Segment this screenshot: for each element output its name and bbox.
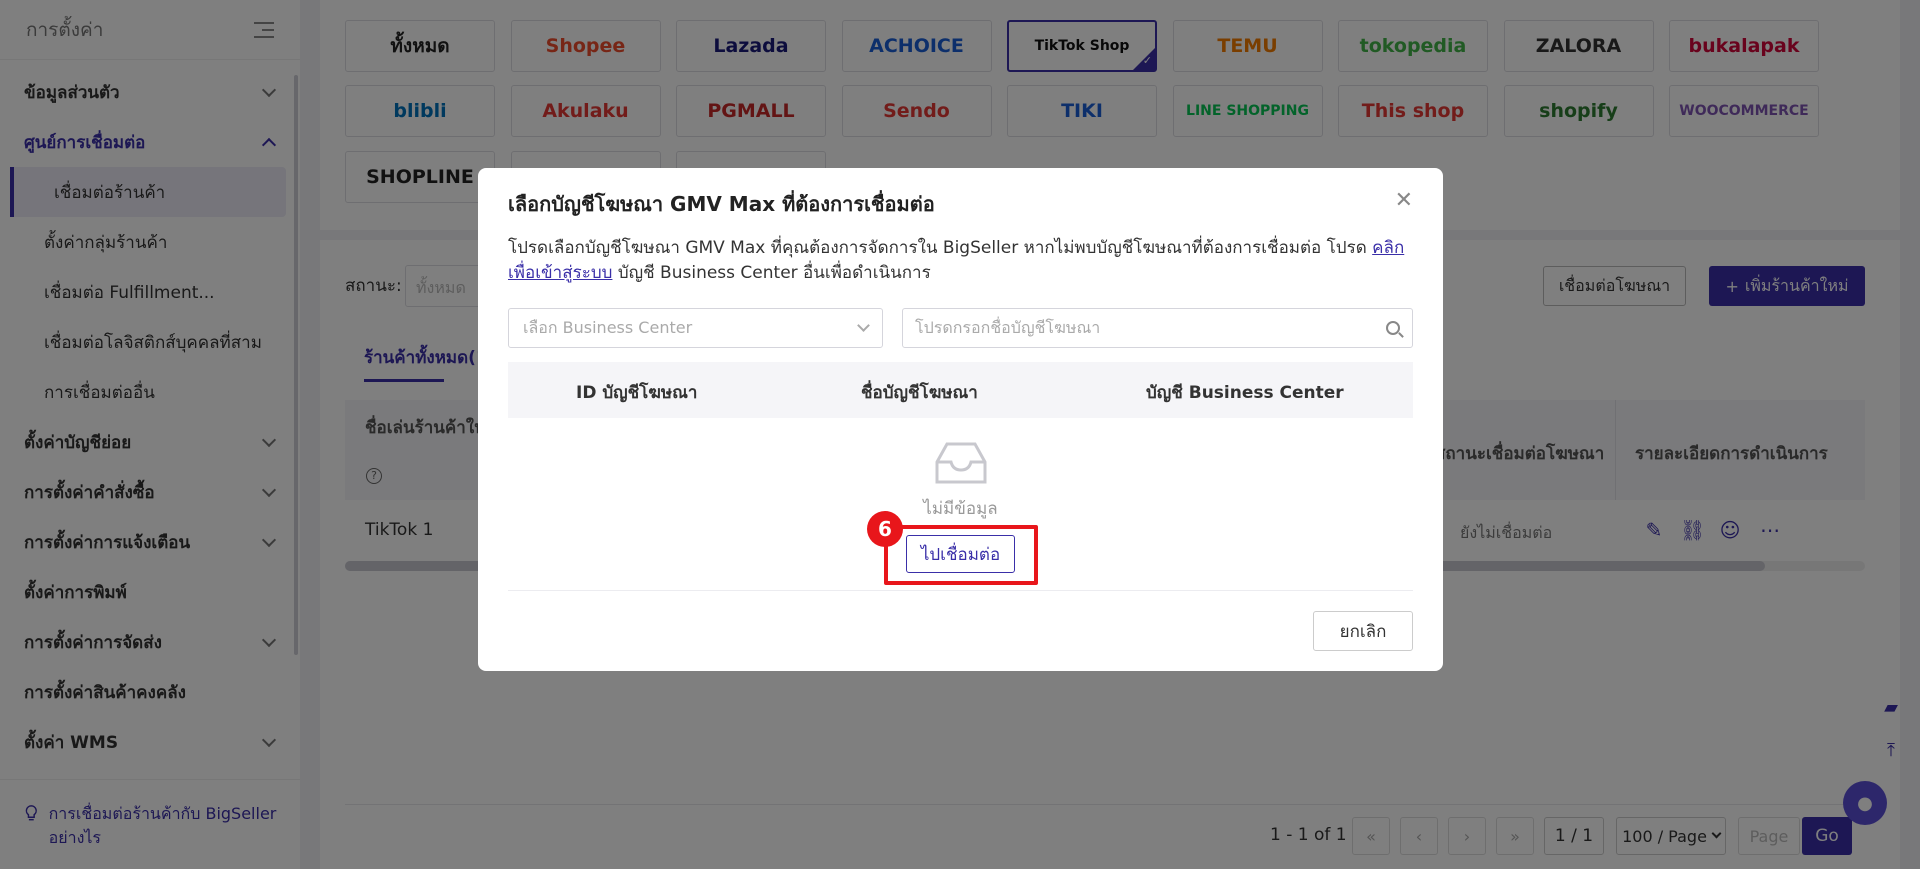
search-placeholder: โปรดกรอกชื่อบัญชีโฆษณา (915, 317, 1101, 337)
chevron-down-icon (857, 319, 870, 332)
ad-account-search-input[interactable]: โปรดกรอกชื่อบัญชีโฆษณา (902, 308, 1413, 348)
business-center-select[interactable]: เลือก Business Center (508, 308, 883, 348)
desc-text: โปรดเลือกบัญชีโฆษณา GMV Max ที่คุณต้องกา… (508, 238, 1373, 258)
modal-title: เลือกบัญชีโฆษณา GMV Max ที่ต้องการเชื่อม… (508, 192, 935, 216)
search-icon (1386, 321, 1400, 335)
desc-text: บัญชี Business Center อื่นเพื่อดำเนินการ (612, 263, 931, 283)
col-ad-account-name: ชื่อบัญชีโฆษณา (861, 383, 978, 403)
close-icon[interactable]: ✕ (1395, 190, 1413, 212)
cancel-button[interactable]: ยกเลิก (1313, 611, 1413, 651)
tutorial-highlight-box (884, 525, 1038, 585)
modal-description: โปรดเลือกบัญชีโฆษณา GMV Max ที่คุณต้องกา… (508, 236, 1413, 286)
col-business-center: บัญชี Business Center (1146, 383, 1344, 403)
select-ad-account-modal: เลือกบัญชีโฆษณา GMV Max ที่ต้องการเชื่อม… (478, 168, 1443, 671)
col-ad-account-id: ID บัญชีโฆษณา (576, 383, 698, 403)
step-number-badge: 6 (867, 511, 903, 547)
empty-inbox-icon (935, 442, 987, 484)
modal-footer-divider (508, 590, 1413, 591)
bc-placeholder: เลือก Business Center (523, 317, 693, 337)
empty-state-text: ไม่มีข้อมูล (923, 499, 998, 519)
